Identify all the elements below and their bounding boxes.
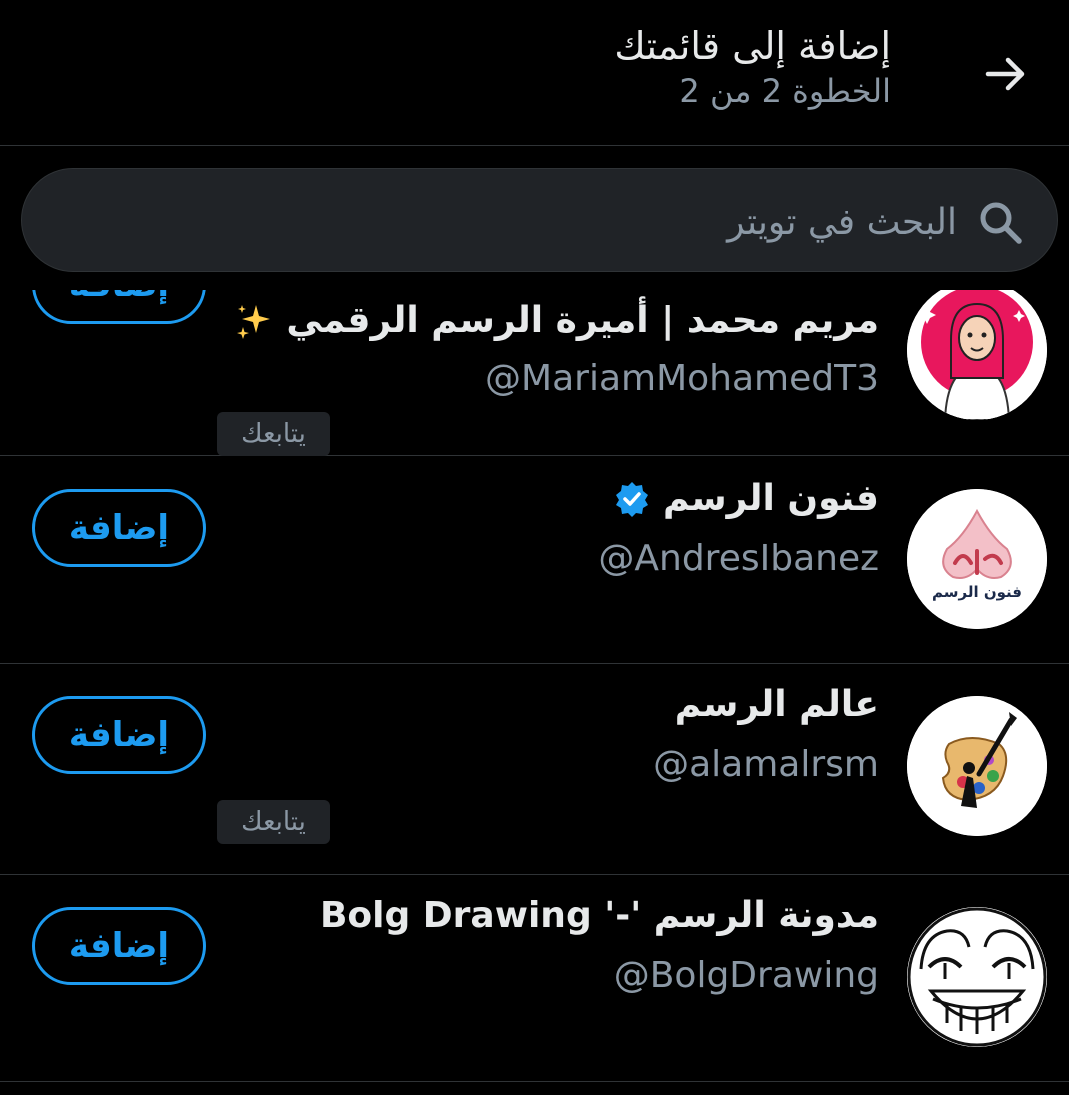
avatar[interactable] [907,696,1047,836]
search-input[interactable] [155,191,959,253]
add-button[interactable]: إضافة [32,696,206,774]
user-row[interactable]: فنون الرسم فنون الرسم @AndresIbanez إضاف… [0,456,1069,664]
avatar-image: فنون الرسم [907,489,1047,629]
add-button[interactable]: إضافة [32,290,206,324]
user-name-line: فنون الرسم [613,478,879,519]
header-titles: إضافة إلى قائمتك الخطوة 2 من 2 [614,22,891,112]
user-name-line: عالم الرسم [675,684,879,725]
user-row[interactable]: مدونة الرسم '-' Bolg Drawing @BolgDrawin… [0,875,1069,1082]
user-name-line: مدونة الرسم '-' Bolg Drawing [320,895,879,936]
user-handle: @alamalrsm [653,744,879,785]
avatar-image [907,290,1047,420]
user-row[interactable]: مريم محمد | أميرة الرسم الرقمي @MariamMo… [0,290,1069,456]
page-title: إضافة إلى قائمتك [614,24,891,68]
search-icon [980,202,1022,244]
user-handle: @MariamMohamedT3 [485,358,879,399]
add-button[interactable]: إضافة [32,907,206,985]
user-name: عالم الرسم [674,684,879,725]
user-name-line: مريم محمد | أميرة الرسم الرقمي [234,300,879,341]
user-handle: @AndresIbanez [598,538,879,579]
avatar-image [907,907,1047,1047]
sparkles-icon [237,304,271,339]
avatar[interactable] [907,907,1047,1047]
verified-icon [616,481,649,517]
user-name: فنون الرسم [663,478,879,519]
user-row[interactable]: عالم الرسم @alamalrsm يتابعك إضافة [0,664,1069,875]
user-list[interactable]: مريم محمد | أميرة الرسم الرقمي @MariamMo… [0,290,1069,1095]
step-indicator: الخطوة 2 من 2 [679,72,891,110]
arrow-right-icon [985,57,1025,91]
avatar[interactable] [907,290,1047,420]
user-handle: @BolgDrawing [613,955,879,996]
search-bar[interactable] [21,168,1058,272]
follows-you-badge: يتابعك [217,800,330,844]
add-button[interactable]: إضافة [32,489,206,567]
avatar[interactable]: فنون الرسم [907,489,1047,629]
follows-you-badge: يتابعك [217,412,330,456]
user-name: مدونة الرسم '-' Bolg Drawing [319,895,879,936]
avatar-label: فنون الرسم [932,583,1022,601]
avatar-image [907,696,1047,836]
header: إضافة إلى قائمتك الخطوة 2 من 2 [0,0,1069,146]
back-button[interactable] [980,48,1032,100]
user-name: مريم محمد | أميرة الرسم الرقمي [286,300,879,341]
